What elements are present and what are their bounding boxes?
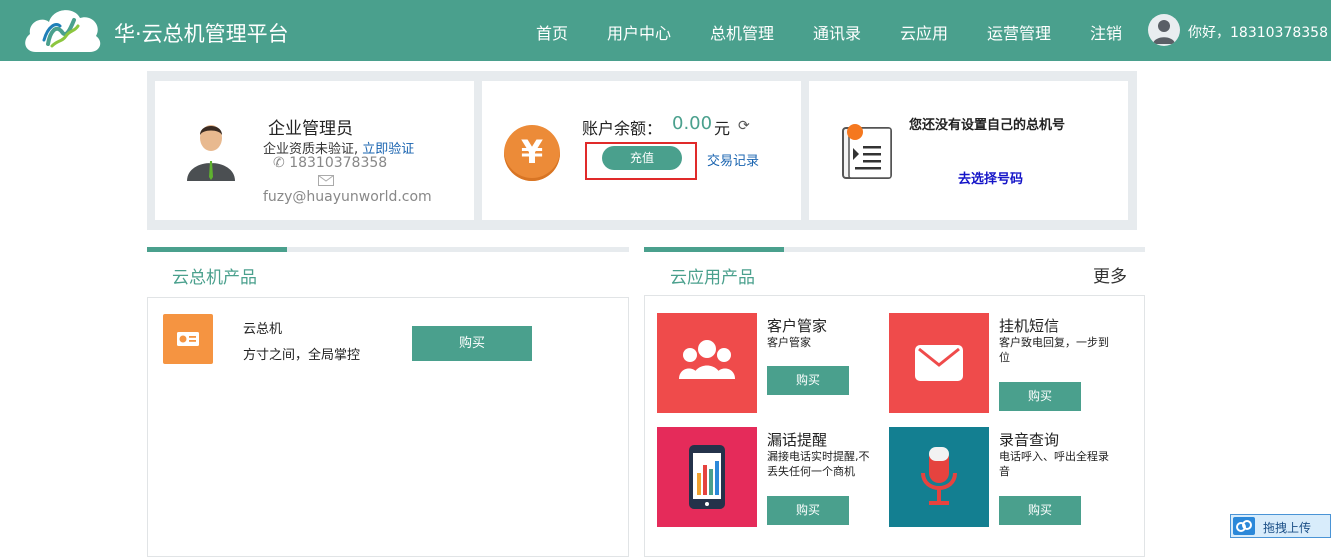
more-apps-link[interactable]: 更多 — [1093, 262, 1127, 287]
account-summary-band: 企业管理员 企业资质未验证, 立即验证 ✆ 18310378358 fuzy@h… — [147, 71, 1137, 230]
apps-section-accent — [644, 247, 784, 252]
app-desc-customer-manager: 客户管家 — [767, 336, 811, 349]
app-desc-recording-query: 电话呼入、呼出全程录音 — [999, 450, 1109, 478]
buy-pbx-button[interactable]: 购买 — [412, 326, 532, 361]
balance-value: 0.00 — [672, 113, 713, 134]
pbx-product-desc: 方寸之间，全局掌控 — [243, 348, 361, 363]
group-users-icon — [679, 340, 735, 379]
top-navigation-bar: 华·云总机管理平台 首页 用户中心 总机管理 通讯录 云应用 运营管理 注销 你… — [0, 0, 1331, 61]
administrator-avatar-icon — [187, 125, 235, 181]
nav-pbx-management[interactable]: 总机管理 — [710, 20, 774, 44]
nav-logout[interactable]: 注销 — [1090, 20, 1122, 44]
mail-icon — [318, 175, 334, 186]
admin-email: fuzy@huayunworld.com — [263, 189, 432, 205]
nav-contacts[interactable]: 通讯录 — [813, 20, 861, 44]
hangup-sms-tile — [889, 313, 989, 413]
choose-number-link[interactable]: 去选择号码 — [958, 168, 1023, 187]
no-number-notice: 您还没有设置自己的总机号 — [909, 118, 1066, 133]
admin-phone: ✆ 18310378358 — [273, 155, 387, 171]
buy-hangup-sms-button[interactable]: 购买 — [999, 382, 1081, 411]
buy-recording-query-button[interactable]: 购买 — [999, 496, 1081, 525]
cloud-logo-icon[interactable] — [22, 4, 104, 54]
admin-title: 企业管理员 — [268, 119, 353, 139]
nav-user-center[interactable]: 用户中心 — [607, 20, 671, 44]
balance-unit: 元 — [714, 119, 731, 138]
app-title-missed-call-reminder: 漏话提醒 — [767, 431, 828, 449]
balance-label: 账户余额： — [582, 119, 663, 138]
platform-title: 华·云总机管理平台 — [114, 22, 289, 46]
pbx-section-accent — [147, 247, 287, 252]
app-title-recording-query: 录音查询 — [999, 431, 1060, 449]
phone-icon: ✆ — [273, 155, 285, 171]
switchboard-number-card: 您还没有设置自己的总机号 去选择号码 — [809, 81, 1128, 220]
admin-card: 企业管理员 企业资质未验证, 立即验证 ✆ 18310378358 fuzy@h… — [155, 81, 474, 220]
drag-upload-label: 拖拽上传 — [1263, 521, 1312, 535]
recharge-button[interactable]: 充值 — [602, 146, 682, 170]
nav-operations[interactable]: 运营管理 — [987, 20, 1051, 44]
pbx-product-name: 云总机 — [243, 322, 283, 337]
nav-cloud-apps[interactable]: 云应用 — [900, 20, 948, 44]
nav-home[interactable]: 首页 — [536, 20, 568, 44]
admin-phone-number: 18310378358 — [289, 155, 388, 171]
phone-chart-icon — [689, 445, 725, 509]
drag-upload-widget[interactable]: 拖拽上传 — [1230, 514, 1331, 538]
pbx-section-title: 云总机产品 — [172, 268, 257, 288]
balance-card: ¥ 账户余额： 0.00 元 ⟳ 充值 交易记录 — [482, 81, 801, 220]
app-desc-missed-call-reminder: 漏接电话实时提醒,不丢失任何一个商机 — [767, 450, 870, 478]
pbx-product-panel — [147, 297, 629, 557]
app-desc-hangup-sms: 客户致电回复，一步到位 — [999, 336, 1109, 364]
customer-manager-tile — [657, 313, 757, 413]
microphone-icon — [921, 447, 957, 505]
recording-query-tile — [889, 427, 989, 527]
user-greeting: 你好，18310378358 — [1188, 25, 1328, 41]
transaction-records-link[interactable]: 交易记录 — [707, 150, 759, 169]
missed-call-reminder-tile — [657, 427, 757, 527]
yen-icon: ¥ — [504, 125, 560, 181]
switchboard-list-icon — [842, 124, 892, 179]
user-avatar-icon[interactable] — [1148, 14, 1180, 46]
envelope-icon — [915, 345, 963, 381]
app-title-customer-manager: 客户管家 — [767, 317, 828, 335]
buy-customer-manager-button[interactable]: 购买 — [767, 366, 849, 395]
apps-section-title: 云应用产品 — [670, 268, 755, 288]
pbx-product-icon — [163, 314, 213, 364]
refresh-icon[interactable]: ⟳ — [738, 118, 750, 134]
buy-missed-call-reminder-button[interactable]: 购买 — [767, 496, 849, 525]
app-title-hangup-sms: 挂机短信 — [999, 317, 1060, 335]
cloud-upload-icon — [1233, 517, 1255, 535]
